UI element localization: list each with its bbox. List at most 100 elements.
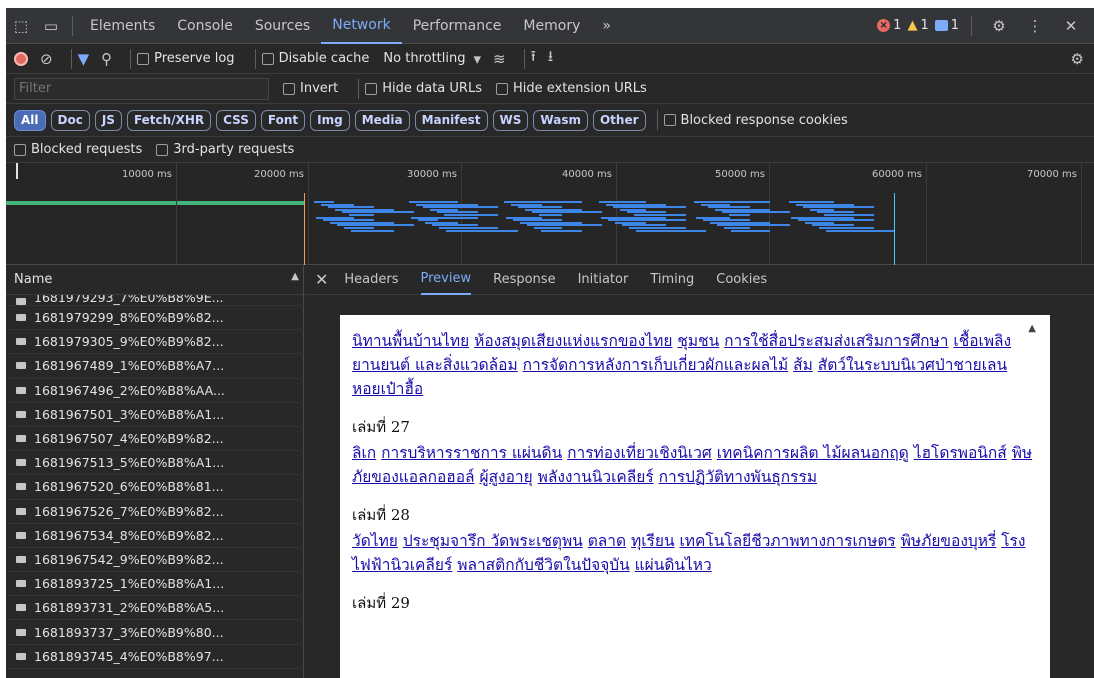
topic-link[interactable]: การท่องเที่ยวเชิงนิเวศ xyxy=(567,444,712,462)
request-row[interactable]: 1681967501_3%E0%B8%A1... xyxy=(6,403,304,427)
more-tabs-button[interactable]: » xyxy=(591,8,622,44)
topic-link[interactable]: พลังงานนิวเคลียร์ xyxy=(538,468,654,486)
error-count[interactable]: × 1 xyxy=(877,18,901,33)
network-conditions-icon[interactable]: ≋ xyxy=(493,50,506,68)
invert-checkbox[interactable]: Invert xyxy=(283,81,338,96)
request-list[interactable]: 1681979293_7%E0%B8%9E... 1681979299_8%E0%… xyxy=(6,295,304,678)
topic-link[interactable]: หอยเป๋าฮื้อ xyxy=(352,380,423,398)
topic-link[interactable]: ผู้สูงอายุ xyxy=(479,468,532,486)
close-details-icon[interactable]: ✕ xyxy=(315,270,328,289)
close-devtools-icon[interactable]: ✕ xyxy=(1056,8,1086,44)
hide-extension-urls-checkbox[interactable]: Hide extension URLs xyxy=(495,81,647,96)
topic-link[interactable]: ลิเก xyxy=(352,444,376,462)
topic-link[interactable]: ชุมชน xyxy=(677,332,719,350)
topic-link[interactable]: ตลาด xyxy=(588,532,626,550)
topic-link[interactable]: เทคโนโลยีชีวภาพทางการเกษตร xyxy=(679,532,895,550)
type-filter-wasm[interactable]: Wasm xyxy=(533,109,588,131)
settings-gear-icon[interactable]: ⚙ xyxy=(984,8,1014,44)
tab-sources[interactable]: Sources xyxy=(244,8,321,44)
inspect-element-icon[interactable]: ⬚ xyxy=(6,8,36,44)
topic-link[interactable]: การบริหารราชการ แผ่นดิน xyxy=(381,444,562,462)
request-row[interactable]: 1681979305_9%E0%B9%82... xyxy=(6,330,304,355)
topic-link[interactable]: ประชุมจารึก วัดพระเชตุพน xyxy=(403,532,583,550)
search-icon[interactable]: ⚲ xyxy=(101,50,112,68)
devtools-tab-bar: ⬚ ▭ Elements Console Sources Network Perform… xyxy=(6,8,1094,44)
topic-link[interactable]: ส้ม xyxy=(793,356,813,374)
blocked-response-cookies-checkbox[interactable]: Blocked response cookies xyxy=(663,113,848,128)
type-filter-doc[interactable]: Doc xyxy=(50,109,90,131)
topic-link[interactable]: พลาสติกกับชีวิตในปัจจุบัน xyxy=(457,556,629,574)
name-column-header[interactable]: Name ▲ xyxy=(6,265,303,295)
hide-data-urls-checkbox[interactable]: Hide data URLs xyxy=(365,81,482,96)
topic-link[interactable]: การจัดการหลังการเก็บเกี่ยวผักและผลไม้ xyxy=(523,356,789,374)
details-tab-initiator[interactable]: Initiator xyxy=(578,265,629,295)
device-toolbar-icon[interactable]: ▭ xyxy=(36,8,66,44)
topic-link[interactable]: วัดไทย xyxy=(352,532,398,550)
request-row[interactable]: 1681967513_5%E0%B8%A1... xyxy=(6,451,304,476)
request-row[interactable]: 1681893737_3%E0%B9%80... xyxy=(6,620,304,645)
request-row[interactable]: 1681967534_8%E0%B9%82... xyxy=(6,524,304,548)
blocked-requests-checkbox[interactable]: Blocked requests xyxy=(14,142,142,157)
topic-link[interactable]: เทคนิคการผลิต ไม้ผลนอกฤดู xyxy=(717,444,909,462)
tab-memory[interactable]: Memory xyxy=(512,8,591,44)
tab-performance[interactable]: Performance xyxy=(402,8,513,44)
filter-icon[interactable]: ▼ xyxy=(78,50,90,68)
record-icon[interactable] xyxy=(14,51,28,66)
info-count[interactable]: 1 xyxy=(934,18,959,33)
details-tab-cookies[interactable]: Cookies xyxy=(716,265,767,295)
more-options-icon[interactable]: ⋮ xyxy=(1020,8,1050,44)
tab-network[interactable]: Network xyxy=(321,8,402,44)
type-filter-all[interactable]: All xyxy=(14,109,46,131)
request-row[interactable]: 1681893745_4%E0%B8%97... xyxy=(6,645,304,669)
type-filter-css[interactable]: CSS xyxy=(216,109,256,131)
topic-link[interactable]: การใช้สื่อประสมส่งเสริมการศึกษา xyxy=(724,332,948,350)
type-filter-img[interactable]: Img xyxy=(310,109,350,131)
request-row[interactable]: 1681979293_7%E0%B8%9E... xyxy=(6,295,304,306)
request-row[interactable]: 1681967507_4%E0%B9%82... xyxy=(6,427,304,452)
request-row[interactable]: 1681967526_7%E0%B9%82... xyxy=(6,500,304,524)
topic-link[interactable]: ทุเรียน xyxy=(631,532,675,550)
topic-link[interactable]: พิษภัยของบุหรี่ xyxy=(901,532,997,550)
type-filter-font[interactable]: Font xyxy=(260,109,306,131)
type-filter-media[interactable]: Media xyxy=(354,109,410,131)
tab-elements[interactable]: Elements xyxy=(79,8,166,44)
type-filter-js[interactable]: JS xyxy=(94,109,122,131)
topic-link[interactable]: ห้องสมุดเสียงแห่งแรกของไทย xyxy=(474,332,672,350)
import-har-icon[interactable]: ⭱ xyxy=(531,46,536,71)
details-tab-headers[interactable]: Headers xyxy=(344,265,398,295)
details-tab-response[interactable]: Response xyxy=(493,265,555,295)
request-row[interactable]: 1681967489_1%E0%B8%A7... xyxy=(6,354,304,379)
request-row[interactable]: 1681979299_8%E0%B9%82... xyxy=(6,306,304,331)
topic-link[interactable]: การปฏิวัติทางพันธุกรรม xyxy=(659,468,817,486)
chevron-down-icon[interactable]: ▾ xyxy=(474,50,482,68)
disable-cache-checkbox[interactable]: Disable cache xyxy=(261,51,369,66)
request-row[interactable]: 1681893731_2%E0%B8%A5... xyxy=(6,596,304,621)
request-row[interactable]: 1681967542_9%E0%B9%82... xyxy=(6,548,304,573)
preserve-log-checkbox[interactable]: Preserve log xyxy=(137,51,235,66)
scroll-up-arrow-icon[interactable]: ▲ xyxy=(1028,323,1036,334)
info-icon xyxy=(934,20,948,31)
details-tab-preview[interactable]: Preview xyxy=(420,265,472,295)
type-filter-manifest[interactable]: Manifest xyxy=(414,109,488,131)
request-row[interactable]: 1681967520_6%E0%B8%81... xyxy=(6,475,304,500)
filter-input[interactable] xyxy=(14,77,269,100)
third-party-requests-checkbox[interactable]: 3rd-party requests xyxy=(156,142,294,157)
details-tab-timing[interactable]: Timing xyxy=(650,265,694,295)
throttling-select[interactable]: No throttling xyxy=(383,51,465,66)
request-row[interactable]: 1681967496_2%E0%B8%AA... xyxy=(6,379,304,403)
type-filter-other[interactable]: Other xyxy=(592,109,646,131)
type-filter-fetch-xhr[interactable]: Fetch/XHR xyxy=(126,109,212,131)
type-filter-ws[interactable]: WS xyxy=(492,109,529,131)
topic-link[interactable]: สัตว์ในระบบนิเวศป่าชายเลน xyxy=(818,356,1007,374)
topic-link[interactable]: แผ่นดินไหว xyxy=(635,556,712,574)
request-row[interactable]: 1681893725_1%E0%B8%A1... xyxy=(6,572,304,597)
warning-count[interactable]: ▲ 1 xyxy=(907,18,928,33)
divider xyxy=(254,48,256,69)
export-har-icon[interactable]: ⭳ xyxy=(548,46,553,71)
topic-link[interactable]: นิทานพื้นบ้านไทย xyxy=(352,332,469,350)
tab-console[interactable]: Console xyxy=(166,8,244,44)
network-settings-gear-icon[interactable]: ⚙ xyxy=(1071,50,1084,68)
network-overview-timeline[interactable]: 10000 ms 20000 ms 30000 ms 40000 ms 50000 ms… xyxy=(6,163,1094,265)
clear-icon[interactable]: ⊘ xyxy=(40,50,53,68)
topic-link[interactable]: ไฮโดรพอนิกส์ xyxy=(914,444,1007,462)
